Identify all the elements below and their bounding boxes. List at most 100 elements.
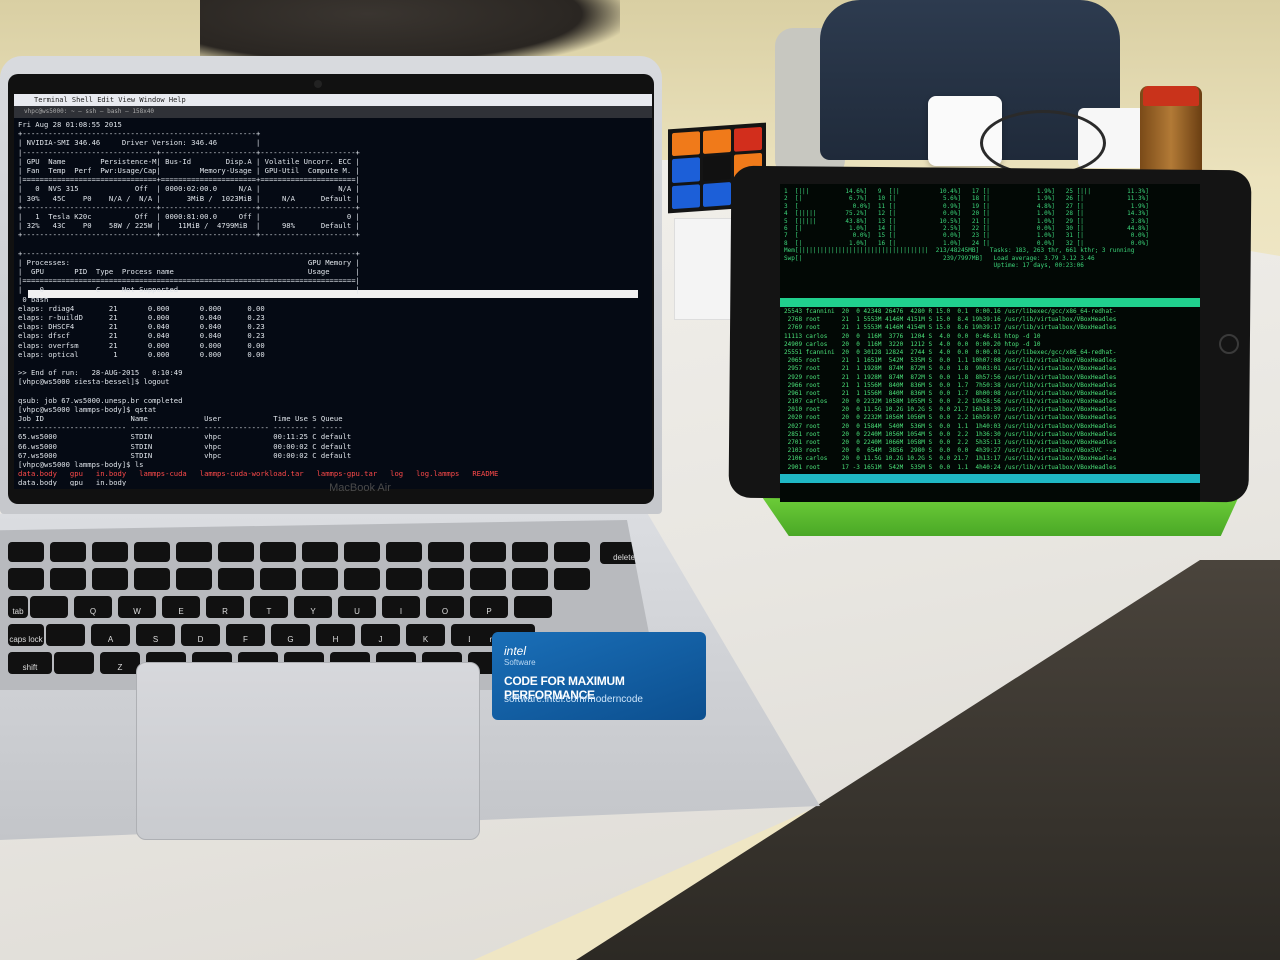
keyboard-key[interactable]: G xyxy=(271,624,310,646)
keyboard-key[interactable]: O xyxy=(426,596,464,618)
htop-process-row[interactable]: 24909 carlos 20 0 116M 3220 1212 S 4.0 0… xyxy=(784,341,1198,349)
terminal-line: [vhpc@ws5000 lammps-body]$ ls xyxy=(18,459,144,469)
keyboard-key[interactable] xyxy=(30,596,68,618)
keyboard-key[interactable]: T xyxy=(250,596,288,618)
terminal-line: [vhpc@ws5000 lammps-body]$ qstat xyxy=(18,404,157,414)
laptop-screen[interactable]: Terminal Shell Edit View Window Help vhp… xyxy=(14,94,652,489)
keyboard-key[interactable]: R xyxy=(206,596,244,618)
tablet-screen[interactable]: 1 [||| 14.6%] 9 [|| 10.4%] 17 [| 1.9%] 2… xyxy=(780,184,1200,502)
terminal-line: +-------------------------------+-------… xyxy=(18,230,360,240)
keyboard-key[interactable]: A xyxy=(91,624,130,646)
keyboard-key[interactable] xyxy=(176,542,212,562)
camera-icon xyxy=(314,80,322,88)
terminal-output[interactable]: Fri Aug 28 01:08:55 2015 +---------------… xyxy=(18,120,648,486)
terminal-title[interactable]: vhpc@ws5000: ~ — ssh — bash — 158x40 xyxy=(14,106,652,118)
htop-process-row[interactable]: 2701 root 20 0 2240M 1066M 1058M S 0.0 2… xyxy=(784,439,1198,447)
keyboard-key[interactable]: Y xyxy=(294,596,332,618)
keyboard-key[interactable] xyxy=(92,568,128,590)
keyboard-key[interactable]: Q xyxy=(74,596,112,618)
keyboard-key[interactable] xyxy=(302,542,338,562)
keyboard-key[interactable]: I xyxy=(382,596,420,618)
keyboard-key[interactable] xyxy=(554,568,590,590)
htop-process-list[interactable]: 25543 fcannini 20 0 42348 26476 4280 R 1… xyxy=(784,308,1198,472)
home-button-icon[interactable] xyxy=(1219,334,1239,354)
keyboard-key[interactable] xyxy=(428,542,464,562)
keyboard-key[interactable]: H xyxy=(316,624,355,646)
keyboard-key[interactable] xyxy=(218,568,254,590)
keyboard-key[interactable]: P xyxy=(470,596,508,618)
keyboard-key[interactable]: J xyxy=(361,624,400,646)
keyboard-key[interactable] xyxy=(302,568,338,590)
htop-process-row[interactable]: 25543 fcannini 20 0 42348 26476 4280 R 1… xyxy=(784,308,1198,316)
htop-meters: 1 [||| 14.6%] 9 [|| 10.4%] 17 [| 1.9%] 2… xyxy=(784,188,1196,269)
keyboard-key[interactable] xyxy=(8,568,44,590)
keyboard-key[interactable]: U xyxy=(338,596,376,618)
htop-process-row[interactable]: 11113 carlos 20 0 116M 3776 1204 S 4.0 0… xyxy=(784,333,1198,341)
keyboard-key[interactable] xyxy=(134,542,170,562)
keyboard-key[interactable] xyxy=(8,542,44,562)
htop-process-row[interactable]: 2929 root 21 1 1928M 874M 872M S 0.0 1.8… xyxy=(784,374,1198,382)
trackpad[interactable] xyxy=(136,662,480,840)
keyboard-key[interactable] xyxy=(260,542,296,562)
keyboard-key[interactable]: S xyxy=(136,624,175,646)
keyboard-key[interactable]: Z xyxy=(100,652,140,674)
htop-process-row[interactable]: 2769 root 21 1 5553M 4146M 4154M S 15.0 … xyxy=(784,324,1198,332)
terminal-line: +-------------------------------+-------… xyxy=(18,202,360,212)
keyboard-key[interactable]: E xyxy=(162,596,200,618)
terminal-line: | 0 NVS 315 Off | 0000:02:00.0 N/A | N/A… xyxy=(18,184,360,194)
keyboard-key[interactable] xyxy=(218,542,254,562)
keyboard-key[interactable] xyxy=(386,568,422,590)
intel-sticker: intel Software CODE FOR MAXIMUM PERFORMA… xyxy=(492,632,706,720)
htop-process-row[interactable]: 2851 root 20 0 2240M 1056M 1054M S 0.0 2… xyxy=(784,431,1198,439)
keyboard-key[interactable] xyxy=(344,568,380,590)
htop-process-row[interactable]: 2901 root 17 -3 1651M 542M 535M S 0.0 1.… xyxy=(784,464,1198,472)
keyboard-key[interactable] xyxy=(54,652,94,674)
keyboard-key[interactable] xyxy=(46,624,85,646)
keyboard-key[interactable] xyxy=(176,568,212,590)
htop-process-row[interactable]: 2103 root 20 0 654M 3856 2980 S 0.0 0.0 … xyxy=(784,447,1198,455)
htop-process-row[interactable]: 2027 root 20 0 1584M 540M 536M S 0.0 1.1… xyxy=(784,423,1198,431)
htop-meter-line: Uptime: 17 days, 00:23:06 xyxy=(784,261,1084,269)
htop-process-row[interactable]: 25551 fcannini 20 0 30128 12824 2744 S 4… xyxy=(784,349,1198,357)
htop-meter-line: 8 [| 1.0%] 16 [| 1.0%] 24 [| 0.0%] 32 [|… xyxy=(784,239,1149,247)
keyboard-key[interactable] xyxy=(470,542,506,562)
keyboard-key[interactable] xyxy=(512,542,548,562)
keyboard-key[interactable] xyxy=(428,568,464,590)
keyboard-key-caps-lock[interactable]: caps lock xyxy=(8,624,44,646)
keyboard-key[interactable] xyxy=(514,596,552,618)
keyboard-key[interactable] xyxy=(260,568,296,590)
keyboard-key[interactable] xyxy=(92,542,128,562)
htop-process-row[interactable]: 2106 carlos 20 0 11.5G 10.2G 10.2G S 0.0… xyxy=(784,455,1198,463)
terminal-line: ------------------------- --------------… xyxy=(18,423,343,433)
keyboard-key[interactable] xyxy=(470,568,506,590)
keyboard-key[interactable]: K xyxy=(406,624,445,646)
keyboard-key[interactable] xyxy=(134,568,170,590)
htop-process-row[interactable]: 2957 root 21 1 1928M 874M 872M S 0.0 1.8… xyxy=(784,365,1198,373)
keyboard-key[interactable] xyxy=(50,568,86,590)
htop-meter-line: 3 [ 0.0%] 11 [| 0.9%] 19 [| 4.8%] 27 [| … xyxy=(784,202,1149,210)
htop-process-row[interactable]: 2768 root 21 1 5553M 4146M 4151M S 15.0 … xyxy=(784,316,1198,324)
keyboard-key-tab[interactable]: tab xyxy=(8,596,28,618)
htop-process-row[interactable]: 2065 root 21 1 1651M 542M 535M S 0.0 1.1… xyxy=(784,357,1198,365)
htop-process-row[interactable]: 2010 root 20 0 11.5G 10.2G 10.2G S 0.0 2… xyxy=(784,406,1198,414)
intel-sticker-url: software.intel.com/moderncode xyxy=(504,694,643,705)
htop-process-row[interactable]: 2966 root 21 1 1556M 840M 836M S 0.0 1.7… xyxy=(784,382,1198,390)
htop-process-row[interactable]: 2020 root 20 0 2232M 1056M 1056M S 0.0 2… xyxy=(784,414,1198,422)
htop-process-row[interactable]: 2961 root 21 1 1556M 840M 836M S 0.0 1.7… xyxy=(784,390,1198,398)
keyboard-key[interactable]: F xyxy=(226,624,265,646)
terminal-line: +---------------------------------------… xyxy=(18,129,261,139)
keyboard-key[interactable] xyxy=(554,542,590,562)
htop-meter-line: 6 [| 1.0%] 14 [| 2.5%] 22 [| 0.0%] 30 [|… xyxy=(784,224,1149,232)
terminal-line: | Fan Temp Perf Pwr:Usage/Cap| Memory-Us… xyxy=(18,165,360,175)
keyboard-key[interactable]: W xyxy=(118,596,156,618)
terminal-line: data.body gpu in.body lammps-cuda lammps… xyxy=(18,469,499,479)
htop-process-row[interactable]: 2107 carlos 20 0 2232M 1058M 1055M S 0.0… xyxy=(784,398,1198,406)
keyboard-key[interactable] xyxy=(344,542,380,562)
keyboard-key[interactable]: D xyxy=(181,624,220,646)
keyboard-key-shift[interactable]: shift xyxy=(8,652,52,674)
menu-bar[interactable]: Terminal Shell Edit View Window Help xyxy=(14,94,652,106)
keyboard-key[interactable] xyxy=(512,568,548,590)
keyboard-key[interactable] xyxy=(386,542,422,562)
terminal-line: | 30% 45C P0 N/A / N/A | 3MiB / 1023MiB … xyxy=(18,193,360,203)
keyboard-key[interactable] xyxy=(50,542,86,562)
